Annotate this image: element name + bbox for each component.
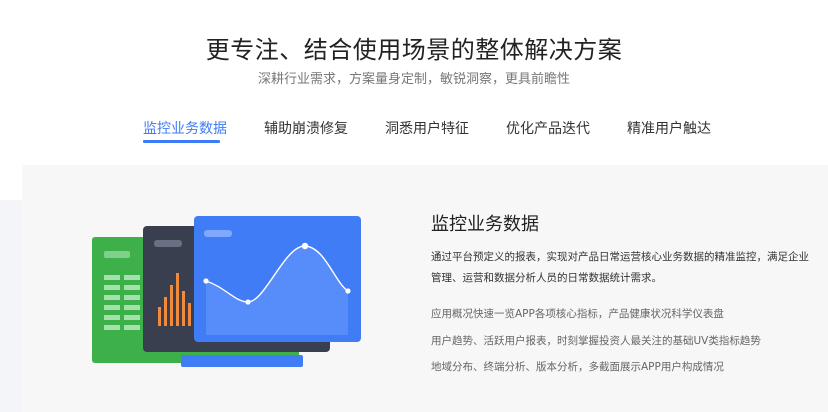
detail-description: 通过平台预定义的报表，实现对产品日常运营核心业务数据的精准监控，满足企业管理、运… <box>431 251 809 284</box>
dashboard-illustration <box>92 216 361 367</box>
tab-optimize-product-iteration[interactable]: 优化产品迭代 <box>506 118 590 138</box>
panel-background-strip <box>0 200 22 412</box>
solution-tabs: 监控业务数据 辅助崩溃修复 洞悉用户特征 优化产品迭代 精准用户触达 <box>0 118 828 148</box>
tab-monitor-business-data[interactable]: 监控业务数据 <box>143 118 227 138</box>
feature-item: 地域分布、终端分析、版本分析，多截面展示APP用户构成情况 <box>431 361 724 373</box>
blue-line-chart-card <box>194 216 361 342</box>
active-tab-underline <box>143 140 220 143</box>
page-title: 更专注、结合使用场景的整体解决方案 <box>205 36 623 64</box>
tab-precise-user-reach[interactable]: 精准用户触达 <box>627 118 711 138</box>
feature-item: 应用概况快速一览APP各项核心指标，产品健康状况科学仪表盘 <box>431 308 724 320</box>
detail-title: 监控业务数据 <box>431 214 539 235</box>
page-subtitle: 深耕行业需求，方案量身定制，敏锐洞察，更具前瞻性 <box>257 72 570 87</box>
tab-assist-crash-repair[interactable]: 辅助崩溃修复 <box>264 118 348 138</box>
tab-user-insights[interactable]: 洞悉用户特征 <box>385 118 469 138</box>
feature-item: 用户趋势、活跃用户报表，时刻掌握投资人最关注的基础UV类指标趋势 <box>431 335 761 347</box>
